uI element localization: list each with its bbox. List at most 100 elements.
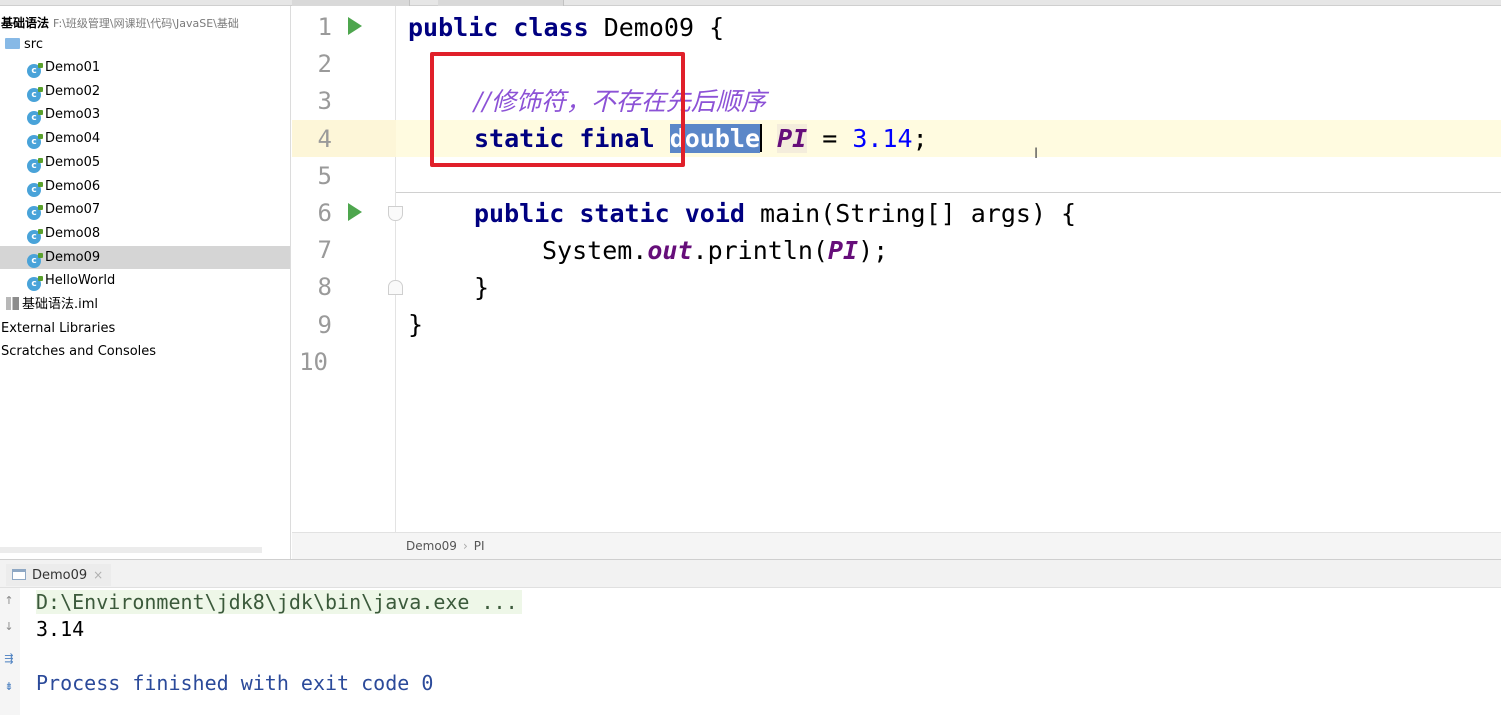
brace: } <box>474 273 490 302</box>
java-class-icon: c <box>27 276 43 292</box>
tree-item-label: External Libraries <box>1 321 116 336</box>
keyword: static <box>579 199 670 228</box>
tree-item-external-libraries[interactable]: External Libraries <box>0 317 290 340</box>
project-root-name: 基础语法 <box>1 16 50 30</box>
tree-item-class[interactable]: c HelloWorld <box>0 269 290 292</box>
static-field: out <box>647 236 693 265</box>
punctuation: ); <box>858 236 889 265</box>
line-number: 7 <box>317 236 332 265</box>
tree-item-label: 基础语法.iml <box>22 297 99 312</box>
tree-item-class[interactable]: c Demo07 <box>0 198 290 221</box>
code-line-1: public class Demo09 { <box>408 9 724 46</box>
breadcrumb-separator: › <box>462 539 468 553</box>
constant-name: PI <box>777 124 808 153</box>
java-class-icon: c <box>27 228 43 244</box>
brace: { <box>709 13 725 42</box>
line-number: 2 <box>317 50 332 79</box>
tree-item-label: src <box>24 37 43 52</box>
tree-item-label: Demo08 <box>45 225 101 241</box>
mouse-ibeam-cursor: I <box>1034 146 1039 162</box>
operator: = <box>822 124 838 153</box>
line-number: 9 <box>317 310 332 339</box>
close-icon[interactable]: × <box>93 568 103 582</box>
code-line-7: System.out.println(PI); <box>542 232 888 269</box>
run-class-icon[interactable] <box>348 17 362 35</box>
method-signature: main(String[] args) { <box>760 199 1077 228</box>
console-icon <box>12 569 26 580</box>
tree-item-class[interactable]: c Demo03 <box>0 103 290 126</box>
java-class-icon: c <box>27 157 43 173</box>
folder-icon <box>5 38 20 49</box>
run-main-icon[interactable] <box>348 203 362 221</box>
scroll-up-icon[interactable]: ↑ <box>3 594 15 607</box>
tree-item-label: Scratches and Consoles <box>1 344 157 359</box>
soft-wrap-icon[interactable]: ⇶ <box>3 652 15 665</box>
scroll-to-end-icon[interactable]: ⇟ <box>3 680 15 693</box>
line-number: 5 <box>317 161 332 190</box>
breadcrumb-item[interactable]: Demo09 <box>406 539 457 553</box>
tree-item-label: Demo04 <box>45 131 101 147</box>
annotation-highlight-box <box>430 52 685 167</box>
console-line-exit: Process finished with exit code 0 <box>36 671 434 695</box>
semicolon: ; <box>912 124 928 153</box>
tree-item-class[interactable]: c Demo09 <box>0 245 290 269</box>
line-number: 4 <box>317 124 332 153</box>
fold-icon[interactable] <box>388 280 403 295</box>
tree-item-label: Demo01 <box>45 60 101 75</box>
number-literal: 3.14 <box>852 124 913 153</box>
tree-item-src[interactable]: src <box>0 33 290 56</box>
code-line-9: } <box>408 306 423 343</box>
java-class-icon: c <box>27 205 43 221</box>
tree-item-class[interactable]: c Demo02 <box>0 80 290 103</box>
tree-item-label: Demo06 <box>45 178 101 194</box>
horizontal-scrollbar[interactable] <box>0 547 262 553</box>
tree-item-label: Demo07 <box>45 202 101 218</box>
tree-item-class[interactable]: c Demo06 <box>0 175 290 198</box>
console-line-output: 3.14 <box>36 617 85 641</box>
fold-icon[interactable] <box>388 206 403 221</box>
method-separator <box>396 192 1501 193</box>
tree-item-label: Demo02 <box>45 83 101 99</box>
java-class-icon: c <box>27 86 43 102</box>
java-class-icon: c <box>27 63 43 78</box>
tree-item-iml[interactable]: 基础语法.iml <box>0 293 290 316</box>
tree-item-label: Demo05 <box>45 154 101 170</box>
tree-item-scratches[interactable]: Scratches and Consoles <box>0 340 290 363</box>
method-call: .println( <box>692 236 828 265</box>
line-number: 10 <box>299 347 328 376</box>
project-root-path: F:\班级管理\网课班\代码\JavaSE\基础 <box>53 17 239 30</box>
tree-item-class[interactable]: c Demo04 <box>0 127 290 150</box>
text-caret <box>760 124 763 152</box>
java-class-icon: c <box>27 134 43 150</box>
console-line-command: D:\Environment\jdk8\jdk\bin\java.exe ... <box>36 589 522 616</box>
line-number: 1 <box>317 13 332 41</box>
iml-file-icon <box>6 297 19 310</box>
keyword: public <box>474 199 565 228</box>
breadcrumb: Demo09 › PI <box>292 532 1501 559</box>
tree-item-class[interactable]: c Demo01 <box>0 56 290 79</box>
tree-item-class[interactable]: c Demo05 <box>0 151 290 174</box>
project-root[interactable]: 基础语法 F:\班级管理\网课班\代码\JavaSE\基础 <box>1 14 239 31</box>
java-class-icon: c <box>27 252 43 268</box>
brace: } <box>408 310 424 339</box>
code-line-8: } <box>474 269 489 306</box>
tree-item-class[interactable]: c Demo08 <box>0 222 290 245</box>
tree-item-label: HelloWorld <box>45 273 116 289</box>
class-name: Demo09 <box>603 13 695 42</box>
keyword: class <box>513 13 589 42</box>
keyword: void <box>684 199 745 228</box>
line-number: 6 <box>317 199 332 227</box>
run-tab[interactable]: Demo09 × <box>6 564 112 586</box>
run-toolbar: ↑ ↓ ⇶ ⇟ <box>0 588 20 715</box>
java-class-icon: c <box>27 181 43 197</box>
breadcrumb-item[interactable]: PI <box>474 539 485 553</box>
line-number: 3 <box>317 87 332 116</box>
identifier: System. <box>542 236 648 265</box>
console-output[interactable]: D:\Environment\jdk8\jdk\bin\java.exe ...… <box>20 588 1501 715</box>
constant-name: PI <box>827 236 859 265</box>
run-panel-header: Demo09 × <box>0 559 1501 588</box>
scroll-down-icon[interactable]: ↓ <box>3 620 15 633</box>
console-command: D:\Environment\jdk8\jdk\bin\java.exe ... <box>36 590 522 614</box>
run-tab-label: Demo09 <box>32 568 88 583</box>
code-line-6: public static void main(String[] args) { <box>474 195 1076 232</box>
